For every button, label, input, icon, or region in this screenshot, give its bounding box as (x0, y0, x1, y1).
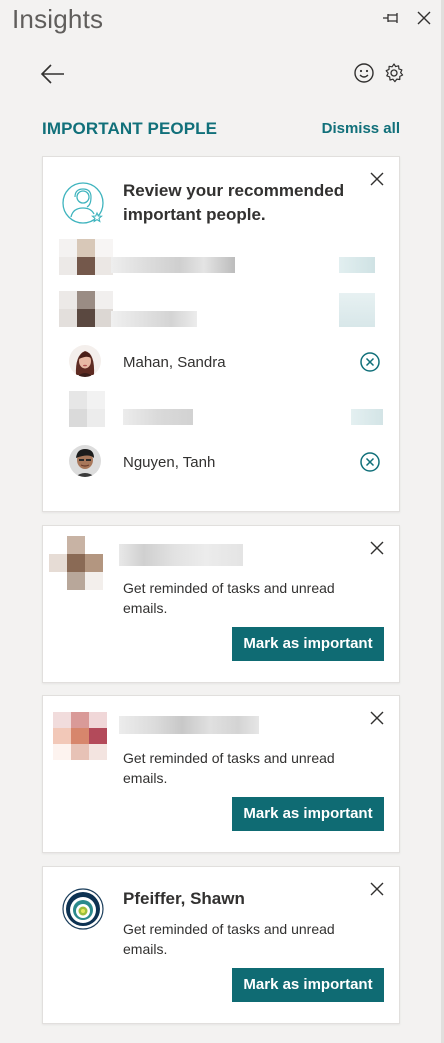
close-icon[interactable] (369, 540, 385, 556)
person-row (57, 291, 387, 331)
pin-icon[interactable] (382, 8, 402, 28)
blurred-name (111, 257, 235, 273)
back-arrow-icon[interactable] (40, 62, 66, 86)
blurred-avatar (49, 536, 103, 590)
blurred-name (119, 544, 243, 566)
gear-icon[interactable] (383, 62, 405, 84)
close-icon[interactable] (414, 8, 434, 28)
close-icon[interactable] (369, 710, 385, 726)
suggestion-card: Pfeiffer, Shawn Get reminded of tasks an… (42, 866, 400, 1024)
avatar (69, 445, 101, 477)
avatar (69, 345, 101, 377)
blurred-name (119, 716, 259, 734)
suggestion-name: Pfeiffer, Shawn (123, 889, 245, 908)
avatar (62, 888, 104, 930)
dismiss-all-link[interactable]: Dismiss all (322, 120, 400, 137)
section-title: IMPORTANT PEOPLE (42, 119, 218, 138)
remove-circle-icon[interactable] (359, 351, 381, 373)
people-star-icon (62, 182, 104, 224)
person-name: Nguyen, Tanh (123, 454, 216, 471)
review-recommended-card: Review your recommended important people… (42, 156, 400, 512)
mark-as-important-button[interactable]: Mark as important (232, 627, 384, 661)
review-card-title: Review your recommended important people… (123, 181, 345, 224)
blurred-avatar (53, 712, 107, 760)
person-row: Mahan, Sandra (57, 343, 387, 383)
suggestion-card: Get reminded of tasks and unread emails.… (42, 695, 400, 853)
suggestion-description: Get reminded of tasks and unread emails. (123, 750, 335, 786)
nav-bar (0, 56, 441, 92)
blurred-action (351, 409, 383, 425)
blurred-avatar (59, 239, 113, 275)
important-people-header: IMPORTANT PEOPLE Dismiss all (42, 119, 400, 141)
title-bar: Insights (0, 0, 441, 44)
blurred-avatar (69, 391, 105, 427)
person-row: Nguyen, Tanh (57, 443, 387, 483)
person-name: Mahan, Sandra (123, 354, 226, 371)
mark-as-important-button[interactable]: Mark as important (232, 968, 384, 1002)
close-icon[interactable] (369, 881, 385, 897)
app-title: Insights (12, 4, 104, 34)
blurred-name (123, 409, 193, 425)
person-row (57, 391, 387, 431)
blurred-avatar (59, 291, 113, 327)
insights-pane: Insights IMPORTANT PEOPLE Dismiss all Re… (0, 0, 441, 1043)
suggestion-description: Get reminded of tasks and unread emails. (123, 580, 335, 616)
close-icon[interactable] (369, 171, 385, 187)
suggestion-card: Get reminded of tasks and unread emails.… (42, 525, 400, 683)
mark-as-important-button[interactable]: Mark as important (232, 797, 384, 831)
remove-circle-icon[interactable] (359, 451, 381, 473)
blurred-action (339, 293, 375, 327)
suggestion-description: Get reminded of tasks and unread emails. (123, 921, 335, 957)
blurred-name (111, 311, 197, 327)
person-row (57, 237, 387, 277)
smiley-feedback-icon[interactable] (353, 62, 375, 84)
blurred-action (339, 257, 375, 273)
